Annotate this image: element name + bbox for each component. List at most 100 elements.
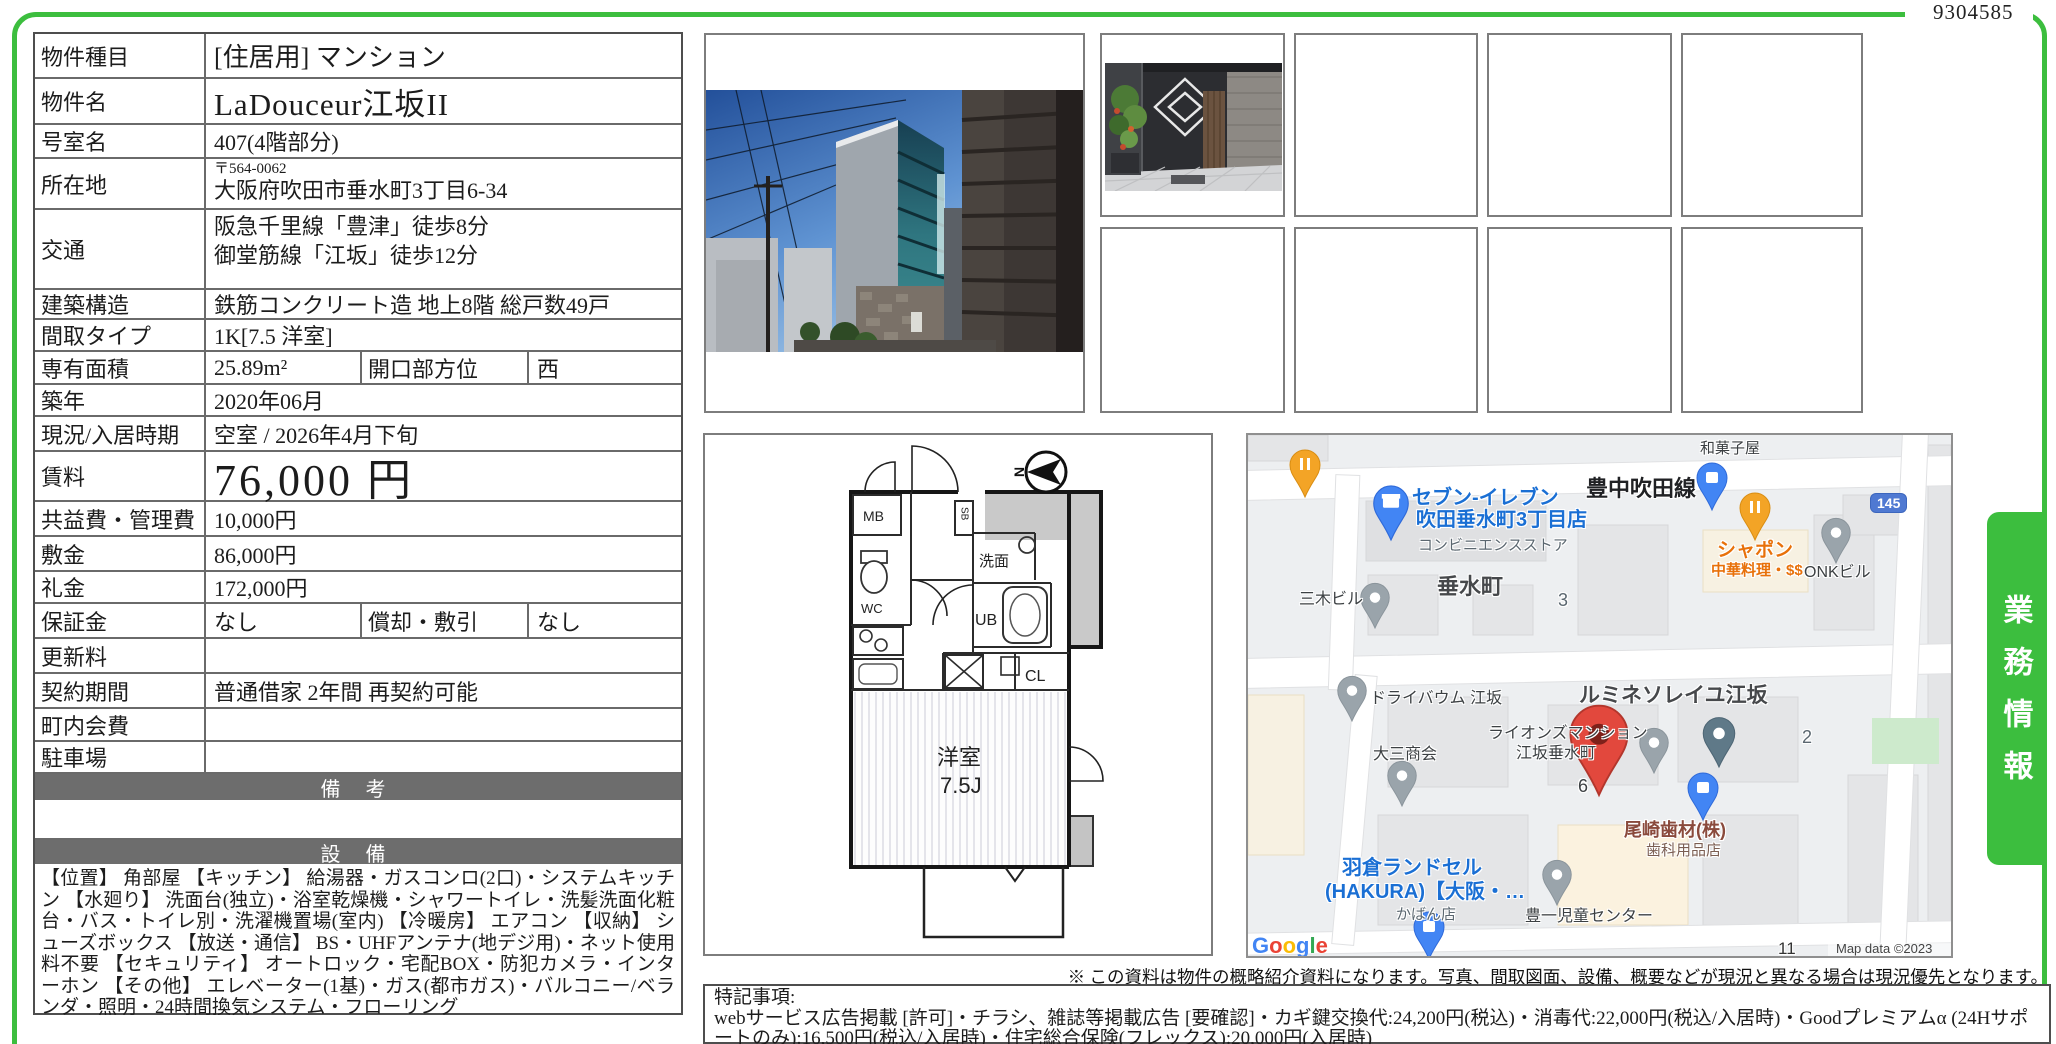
table-row: 築年 2020年06月 [35, 385, 681, 417]
map-label-hakura-desc: かばん店 [1396, 907, 1456, 923]
photo-box-empty [1487, 227, 1672, 413]
map-label-chapon: シャポン [1717, 541, 1793, 562]
special-notes-body: webサービス広告掲載 [許可]・チラシ、雑誌等掲載広告 [要確認]・カギ鍵交換… [714, 1009, 2040, 1044]
remarks-empty-row [35, 800, 681, 840]
row-label: 物件種目 [35, 34, 206, 77]
row-label: 交通 [35, 210, 206, 288]
map-label-lumine: ルミネソレイユ江坂 [1579, 685, 1768, 708]
row-value: なし [206, 604, 360, 637]
row-label: 敷金 [35, 537, 206, 570]
table-row: 礼金 172,000円 [35, 572, 681, 604]
map-label-tarumicho: 垂水町 [1437, 575, 1503, 599]
map-label-dry: ドライバウム 江坂 [1370, 690, 1502, 707]
table-row: 共益費・管理費 10,000円 [35, 502, 681, 537]
equipment-header-bar: 設 備 [35, 840, 681, 864]
label-wash: 洗面 [979, 553, 1009, 570]
map-label-hakura-2: (HAKURA)【大阪・… [1325, 882, 1525, 904]
row-label: 号室名 [35, 125, 206, 157]
row-label: 賃料 [35, 452, 206, 500]
map-label-road-name: 豊中吹田線 [1586, 477, 1696, 501]
map-label-seven-2: 吹田垂水町3丁目店 [1416, 510, 1587, 532]
table-row: 間取タイプ 1K[7.5 洋室] [35, 320, 681, 352]
map-route-badge-145: 145 [1870, 493, 1907, 513]
access-line-1: 阪急千里線「豊津」徒歩8分 [214, 212, 489, 241]
label-wc: WC [861, 601, 883, 616]
table-row-rent: 賃料 76,000 円 [35, 452, 681, 502]
row-value: 鉄筋コンクリート造 地上8階 総戸数49戸 [206, 290, 681, 318]
table-row: 敷金 86,000円 [35, 537, 681, 572]
row-label: 物件名 [35, 79, 206, 123]
map-label-seven-1: セブン-イレブン [1412, 488, 1559, 510]
row-value: 〒564-0062 大阪府吹田市垂水町3丁目6-34 [206, 159, 681, 208]
row-value [206, 639, 681, 672]
postal-code: 〒564-0062 [214, 161, 287, 178]
map-label-lions-1: ライオンズマンション [1488, 725, 1648, 742]
table-row: 建築構造 鉄筋コンクリート造 地上8階 総戸数49戸 [35, 290, 681, 320]
special-notes-title: 特記事項: [714, 988, 2040, 1009]
row-value: 172,000円 [206, 572, 681, 602]
map-scale-11: 11 [1778, 940, 1796, 958]
rent-value: 76,000 円 [206, 452, 681, 500]
table-row: 駐車場 [35, 742, 681, 774]
map-label-chapon-desc: 中華料理・$$ [1711, 563, 1803, 579]
row-label: 現況/入居時期 [35, 417, 206, 450]
label-cl: CL [1025, 668, 1046, 685]
photo-box-entrance [1100, 33, 1285, 217]
row-value: 25.89m² [206, 352, 360, 383]
row-sublabel: 償却・敷引 [360, 604, 527, 637]
side-tab-label: 業務情報 [1993, 576, 2037, 802]
map-label-miki: 三木ビル [1299, 591, 1363, 608]
table-row-address: 所在地 〒564-0062 大阪府吹田市垂水町3丁目6-34 [35, 159, 681, 210]
entrance-photo [1105, 63, 1282, 191]
row-value: 普通借家 2年間 再契約可能 [206, 674, 681, 707]
photo-box-empty [1100, 227, 1285, 413]
equipment-text: 【位置】 角部屋 【キッチン】 給湯器・ガスコンロ(2口)・システムキッチン 【… [35, 864, 681, 1015]
row-value: LaDouceur江坂II [206, 79, 681, 123]
photo-box-empty [1681, 33, 1863, 217]
map-label-onk: ONKビル [1804, 564, 1871, 581]
row-value: 2020年06月 [206, 385, 681, 415]
label-mb: MB [863, 508, 884, 524]
table-row-deposit: 保証金 なし 償却・敷引 なし [35, 604, 681, 639]
compass-icon: N [1011, 452, 1066, 492]
photo-box-empty [1487, 33, 1672, 217]
remarks-header-bar: 備 考 [35, 774, 681, 800]
access-line-2: 御堂筋線「江坂」徒歩12分 [214, 241, 478, 270]
label-ub: UB [975, 612, 997, 629]
row-value [206, 742, 681, 772]
row-value: 86,000円 [206, 537, 681, 570]
label-room-size: 7.5J [940, 773, 982, 798]
map-label-wagashiya: 和菓子屋 [1700, 441, 1760, 457]
row-label: 更新料 [35, 639, 206, 672]
map-label-ozaki-desc: 歯科用品店 [1646, 843, 1721, 859]
row-value: [住居用] マンション [206, 34, 681, 77]
row-value [206, 709, 681, 740]
row-sublabel: 開口部方位 [360, 352, 527, 383]
row-value: 10,000円 [206, 502, 681, 535]
table-row: 物件名 LaDouceur江坂II [35, 79, 681, 125]
table-row: 物件種目 [住居用] マンション [35, 34, 681, 79]
compass-north: N [1011, 467, 1027, 477]
photo-box-exterior [704, 33, 1085, 413]
property-sheet: 9304585 物件種目 [住居用] マンション 物件名 LaDouceur江坂… [0, 0, 2056, 1044]
map-label-lions-2: 江坂垂水町 [1516, 745, 1596, 762]
remarks-content [35, 800, 681, 838]
table-row-access: 交通 阪急千里線「豊津」徒歩8分 御堂筋線「江坂」徒歩12分 [35, 210, 681, 290]
row-value: 1K[7.5 洋室] [206, 320, 681, 350]
side-tab-business-info: 業務情報 [1987, 512, 2042, 865]
special-notes-box: 特記事項: webサービス広告掲載 [許可]・チラシ、雑誌等掲載広告 [要確認]… [703, 984, 2051, 1044]
address-text: 大阪府吹田市垂水町3丁目6-34 [214, 178, 507, 204]
row-subvalue: なし [527, 604, 681, 637]
table-row: 更新料 [35, 639, 681, 674]
map-label-hakura-1: 羽倉ランドセル [1342, 858, 1482, 880]
photo-box-empty [1294, 33, 1478, 217]
label-sb: SB [959, 507, 970, 521]
property-detail-table: 物件種目 [住居用] マンション 物件名 LaDouceur江坂II 号室名 4… [33, 32, 683, 1015]
table-row-area: 専有面積 25.89m² 開口部方位 西 [35, 352, 681, 385]
table-row: 契約期間 普通借家 2年間 再契約可能 [35, 674, 681, 709]
row-label: 所在地 [35, 159, 206, 208]
map-label-block-6: 6 [1578, 777, 1588, 796]
photo-box-empty [1294, 227, 1478, 413]
floorplan-box: MB SB 洗面 WC UB CL [703, 433, 1213, 956]
row-label: 共益費・管理費 [35, 502, 206, 535]
